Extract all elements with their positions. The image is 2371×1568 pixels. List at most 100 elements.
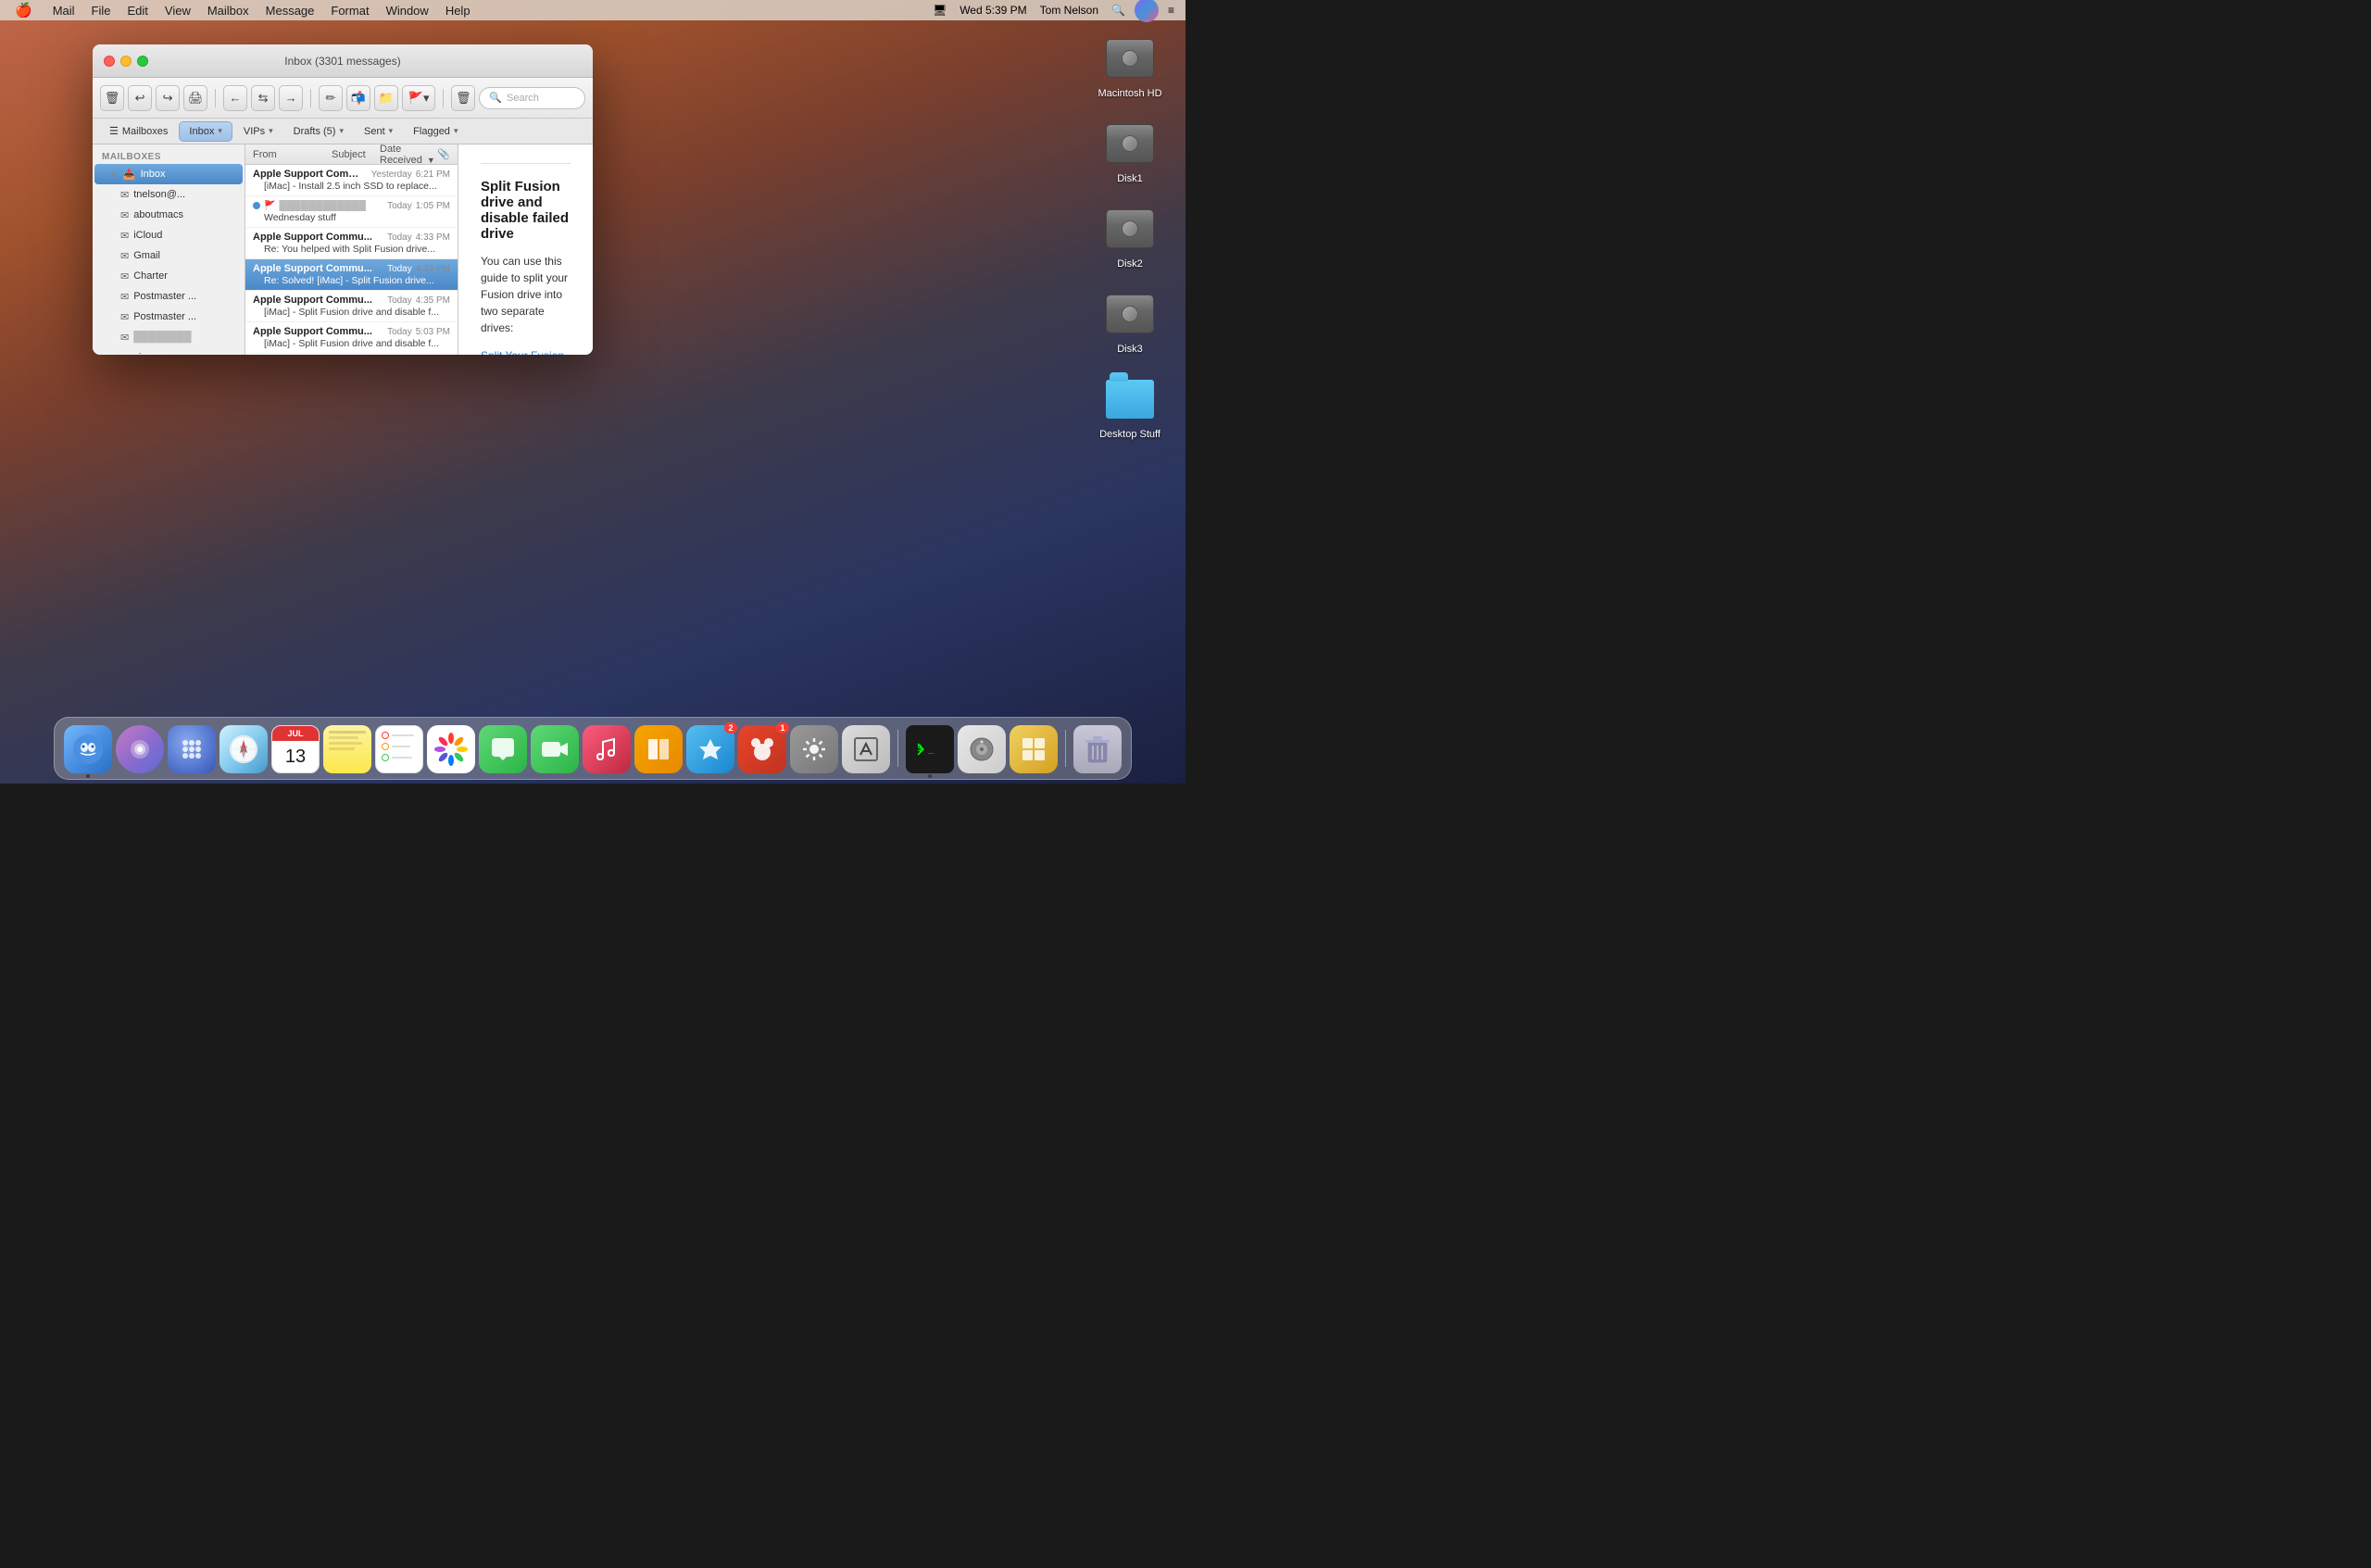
desktop-icon-disk3[interactable]: Disk3	[1093, 288, 1167, 355]
close-button[interactable]	[104, 56, 115, 67]
menubar-search-icon[interactable]: 🔍	[1108, 4, 1129, 17]
tab-inbox[interactable]: Inbox ▾	[179, 121, 232, 142]
desktop-icon-disk2[interactable]: Disk2	[1093, 203, 1167, 270]
print-button[interactable]: 🖨	[183, 85, 207, 111]
menu-mail[interactable]: Mail	[45, 0, 82, 20]
menu-message[interactable]: Message	[258, 0, 322, 20]
sidebar-item-acc3[interactable]: ✉ ████████	[94, 327, 243, 347]
chevron-down-icon: ▾	[218, 126, 222, 136]
email-time: 4:33 PM	[416, 264, 450, 274]
email-row-selected[interactable]: Apple Support Commu... Today 4:33 PM Re:…	[245, 259, 458, 291]
sidebar-inbox-label: Inbox	[141, 169, 166, 180]
dock: JUL 13	[54, 717, 1132, 780]
tab-vips[interactable]: VIPs ▾	[234, 121, 282, 142]
chevron-down-icon: ▾	[339, 126, 344, 136]
dock-icon-terminal[interactable]: $ _	[906, 725, 954, 773]
menu-mailbox[interactable]: Mailbox	[200, 0, 257, 20]
dock-icon-notes[interactable]	[323, 725, 371, 773]
get-mail-button[interactable]: 📬	[346, 85, 370, 111]
apple-menu[interactable]: 🍎	[7, 0, 40, 20]
email-row[interactable]: Apple Support Commu... Today 4:35 PM [iM…	[245, 291, 458, 322]
menubar-notification-icon[interactable]: ≡	[1164, 4, 1178, 17]
menu-file[interactable]: File	[84, 0, 119, 20]
menubar-display-icon[interactable]: 🖥	[929, 4, 950, 17]
next-button[interactable]: →	[279, 85, 303, 111]
dock-icon-facetime[interactable]	[531, 725, 579, 773]
email-from: Apple Support Commu...	[253, 295, 383, 306]
prev-button[interactable]: ←	[223, 85, 247, 111]
email-row[interactable]: Apple Support Commu... Yesterday 6:21 PM…	[245, 165, 458, 196]
tab-drafts[interactable]: Drafts (5) ▾	[284, 121, 353, 142]
sidebar-item-tnelson[interactable]: ✉ tnelson@...	[94, 184, 243, 205]
sidebar-item-gmail[interactable]: ✉ Gmail	[94, 245, 243, 266]
sidebar-item-aboutmacs[interactable]: ✉ aboutmacs	[94, 205, 243, 225]
sidebar: Mailboxes ▼ 📥 Inbox ✉ tnelson@... ✉ abou…	[93, 144, 245, 355]
desktop-icon-macintosh-hd[interactable]: Macintosh HD	[1093, 32, 1167, 99]
menu-format[interactable]: Format	[323, 0, 376, 20]
sidebar-item-inbox[interactable]: ▼ 📥 Inbox	[94, 164, 243, 184]
sidebar-postmaster1-label: Postmaster ...	[133, 291, 196, 302]
move-button[interactable]: 📁	[374, 85, 398, 111]
desktop-icon-disk1[interactable]: Disk1	[1093, 118, 1167, 184]
email-row[interactable]: Apple Support Commu... Today 4:33 PM Re:…	[245, 228, 458, 259]
dock-icon-siri[interactable]	[116, 725, 164, 773]
dock-icon-messages[interactable]	[479, 725, 527, 773]
dock-icon-finder[interactable]	[64, 725, 112, 773]
sidebar-item-charter[interactable]: ✉ Charter	[94, 266, 243, 286]
email-preview[interactable]: Split Fusion drive and disable failed dr…	[458, 144, 593, 355]
maximize-button[interactable]	[137, 56, 148, 67]
reply-button[interactable]: ↩	[128, 85, 152, 111]
dock-icon-diskutil[interactable]	[958, 725, 1006, 773]
reminders-icon-graphic	[375, 725, 423, 773]
sidebar-item-virus[interactable]: ✉ virus	[94, 347, 243, 355]
sidebar-item-postmaster2[interactable]: ✉ Postmaster ...	[94, 307, 243, 327]
tab-flagged[interactable]: Flagged ▾	[404, 121, 467, 142]
dock-icon-bear[interactable]: 1	[738, 725, 786, 773]
folder-graphic	[1106, 380, 1154, 419]
sidebar-item-icloud[interactable]: ✉ iCloud	[94, 225, 243, 245]
menu-window[interactable]: Window	[379, 0, 436, 20]
dock-icon-reminders[interactable]	[375, 725, 423, 773]
dock-icon-vectorize[interactable]	[842, 725, 890, 773]
tab-mailboxes[interactable]: ☰ Mailboxes	[100, 121, 177, 142]
tab-sent[interactable]: Sent ▾	[355, 121, 402, 142]
swap-button[interactable]: ⇆	[251, 85, 275, 111]
dock-icon-sysprefs[interactable]	[790, 725, 838, 773]
dock-icon-launchpad[interactable]	[168, 725, 216, 773]
dock-icon-trash[interactable]	[1073, 725, 1122, 773]
dock-icon-winstall[interactable]	[1010, 725, 1058, 773]
junk-button[interactable]: 🗑	[451, 85, 475, 111]
menu-edit[interactable]: Edit	[119, 0, 155, 20]
menubar-status-circle[interactable]	[1135, 0, 1159, 22]
menu-help[interactable]: Help	[438, 0, 478, 20]
dock-icon-safari[interactable]	[220, 725, 268, 773]
finder-icon-graphic	[64, 725, 112, 773]
menu-view[interactable]: View	[157, 0, 198, 20]
search-box[interactable]: 🔍 Search	[479, 87, 585, 109]
flag-button[interactable]: 🚩▾	[402, 85, 435, 111]
desktop-icon-label: Macintosh HD	[1098, 88, 1161, 99]
search-icon: 🔍	[489, 92, 502, 104]
dock-icon-photos[interactable]	[427, 725, 475, 773]
mail-icon: ✉	[120, 209, 129, 221]
email-row[interactable]: Apple Support Commu... Today 5:03 PM [iM…	[245, 322, 458, 354]
desktop-icon-desktop-stuff[interactable]: Desktop Stuff	[1093, 373, 1167, 440]
vectorize-icon-graphic	[842, 725, 890, 773]
dock-icon-calendar[interactable]: JUL 13	[271, 725, 320, 773]
compose-button[interactable]: ✏	[319, 85, 343, 111]
dock-icon-music[interactable]	[583, 725, 631, 773]
menubar-user[interactable]: Tom Nelson	[1036, 4, 1102, 17]
terminal-icon-graphic: $ _	[906, 725, 954, 773]
dock-icon-appstore[interactable]: 2	[686, 725, 734, 773]
dock-icon-books[interactable]	[634, 725, 683, 773]
minimize-button[interactable]	[120, 56, 132, 67]
nav-tabs: ☰ Mailboxes Inbox ▾ VIPs ▾ Drafts (5) ▾ …	[93, 119, 593, 144]
email-row[interactable]: 🚩 ████████████ Today 1:05 PM Wednesday s…	[245, 196, 458, 228]
delete-button[interactable]: 🗑	[100, 85, 124, 111]
forward-button[interactable]: ↪	[156, 85, 180, 111]
hdd-graphic	[1106, 39, 1154, 78]
sidebar-item-postmaster1[interactable]: ✉ Postmaster ...	[94, 286, 243, 307]
sidebar-acc3-label: ████████	[133, 332, 191, 343]
fusion-drive-link[interactable]: Split Your Fusion Drive Apart	[481, 349, 564, 355]
dock-active-dot	[928, 774, 932, 778]
